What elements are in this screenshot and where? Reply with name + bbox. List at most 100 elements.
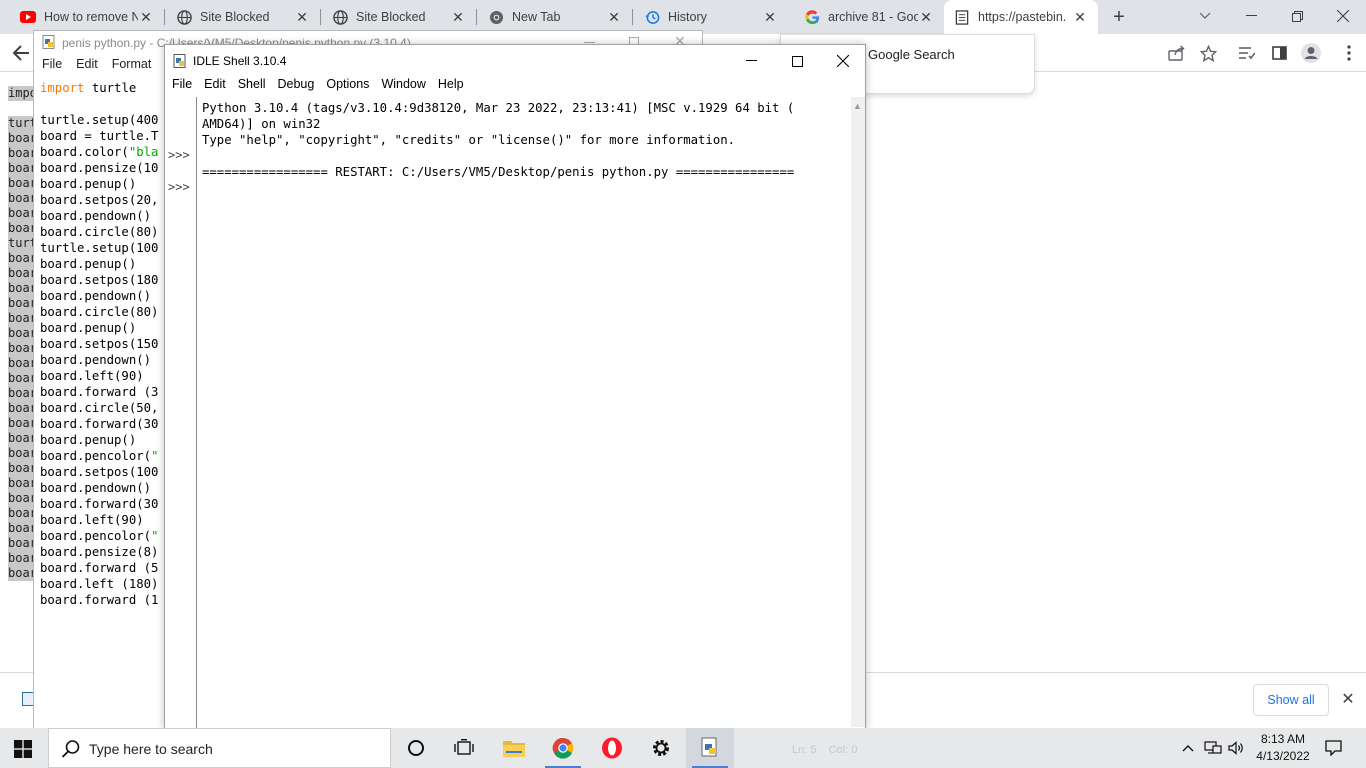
selected-text-fragment: boar [8,191,34,206]
editor-menu-format[interactable]: Format [112,57,152,77]
settings-gear-icon[interactable] [637,728,685,768]
code-line: board.forward(30 [40,417,159,431]
selected-text-fragment: boar [8,296,34,311]
windows-start-icon[interactable] [14,740,32,758]
selected-text-fragment: boar [8,146,34,161]
close-icon[interactable]: ✕ [450,9,466,25]
share-icon[interactable] [1166,42,1188,64]
close-icon[interactable]: ✕ [762,9,778,25]
shell-menu-file[interactable]: File [172,77,192,97]
more-menu-icon[interactable] [1338,42,1360,64]
new-tab-button[interactable]: + [1108,6,1130,28]
selected-text-fragment: boar [8,476,34,491]
shell-title: IDLE Shell 3.10.4 [193,54,287,68]
code-line: board.forward (5 [40,561,159,575]
system-clock[interactable]: 8:13 AM 4/13/2022 [1248,731,1318,765]
reading-list-icon[interactable] [1236,42,1258,64]
close-icon[interactable]: ✕ [138,9,154,25]
show-all-button[interactable]: Show all [1253,684,1329,716]
status-line: Ln: 5 [792,744,817,756]
close-window-button[interactable] [820,45,866,77]
code-line: board.pencolor(" [40,449,159,463]
chevron-down-icon[interactable] [1182,0,1228,32]
cortana-icon[interactable] [392,728,440,768]
page-icon [954,9,970,25]
selected-text-fragment: boar [8,311,34,326]
selected-text-fragment: boar [8,491,34,506]
tab-title: New Tab [512,10,561,24]
back-button[interactable] [8,40,34,66]
code-line: board.pendown() [40,209,152,223]
close-icon[interactable]: ✕ [606,9,622,25]
python-idle-icon[interactable] [686,728,734,768]
code-line: board.setpos(150 [40,337,159,351]
code-line: board.color("bla [40,145,159,159]
selected-text-fragment: boar [8,416,34,431]
tab-title: Site Blocked [356,10,426,24]
code-line: board.penup() [40,433,137,447]
task-view-icon[interactable] [440,728,488,768]
file-explorer-icon[interactable] [490,728,538,768]
tab-archive-81[interactable]: archive 81 - Goo ✕ [784,0,944,34]
network-icon[interactable] [1202,728,1224,768]
shell-menu-debug[interactable]: Debug [278,77,315,97]
side-panel-icon[interactable] [1268,42,1290,64]
volume-icon[interactable] [1226,728,1248,768]
tab-new-tab[interactable]: New Tab ✕ [468,0,632,34]
shell-menu-window[interactable]: Window [381,77,425,97]
scroll-up-icon[interactable]: ▲ [853,101,862,111]
tab-site-blocked-1[interactable]: Site Blocked ✕ [156,0,320,34]
code-line: board.left(90) [40,369,144,383]
shell-output[interactable]: Python 3.10.4 (tags/v3.10.4:9d38120, Mar… [202,100,794,180]
profile-avatar-icon[interactable] [1300,42,1322,64]
restore-button[interactable] [1274,0,1320,32]
tab-title: archive 81 - Goo [828,10,918,24]
background-document: impo turt boar boar boar boar boar boar boar turt… [0,72,34,672]
editor-menu-edit[interactable]: Edit [76,57,98,77]
maximize-button[interactable] [774,45,820,77]
opera-icon[interactable] [588,728,636,768]
history-icon [644,9,660,25]
code-line: board.circle(50, [40,401,159,415]
notifications-icon[interactable] [1322,728,1344,768]
tab-youtube[interactable]: How to remove N ✕ [0,0,164,34]
code-line: board.setpos(20, [40,193,159,207]
idle-shell-window[interactable]: IDLE Shell 3.10.4 File Edit Shell Debug Opti… [164,44,866,731]
tab-site-blocked-2[interactable]: Site Blocked ✕ [312,0,476,34]
selected-text-fragment: boar [8,266,34,281]
code-line: board.pendown() [40,353,152,367]
close-icon[interactable]: ✕ [918,9,934,25]
shell-menu-edit[interactable]: Edit [204,77,226,97]
python-file-icon [42,35,55,49]
shell-menu-help[interactable]: Help [438,77,464,97]
close-icon[interactable]: ✕ [294,9,310,25]
tab-pastebin[interactable]: https://pastebin. ✕ [944,0,1098,34]
shell-menu-shell[interactable]: Shell [238,77,266,97]
minimize-button[interactable] [584,42,595,43]
python-file-icon [173,54,186,68]
star-icon[interactable] [1197,42,1219,64]
selected-text-fragment: boar [8,251,34,266]
code-line: board.forward (1 [40,593,159,607]
shell-output-line: Type "help", "copyright", "credits" or "… [202,133,736,147]
tab-strip: How to remove N ✕ Site Blocked ✕ Site Bl… [0,0,1366,34]
shell-menu-options[interactable]: Options [326,77,369,97]
taskbar-search-box[interactable]: Type here to search [48,728,391,768]
shell-titlebar[interactable]: IDLE Shell 3.10.4 [165,45,865,77]
minimize-button[interactable] [728,45,774,77]
shell-scrollbar[interactable]: ▲ [851,97,865,727]
chrome-app-icon[interactable] [539,728,587,768]
close-icon[interactable]: ✕ [1339,690,1357,708]
tab-history[interactable]: History ✕ [624,0,788,34]
minimize-button[interactable] [1228,0,1274,32]
editor-code[interactable]: import turtle turtle.setup(400 board = tur… [40,80,158,608]
editor-menu-file[interactable]: File [42,57,62,77]
close-icon[interactable]: ✕ [1072,9,1088,25]
close-window-button[interactable] [1320,0,1366,32]
code-line: board.setpos(180 [40,273,159,287]
chevron-up-icon[interactable] [1178,728,1198,768]
selected-text-fragment: boar [8,371,34,386]
selected-text-fragment: boar [8,551,34,566]
selected-text-fragment: boar [8,161,34,176]
shell-output-line: AMD64)] on win32 [202,117,321,131]
